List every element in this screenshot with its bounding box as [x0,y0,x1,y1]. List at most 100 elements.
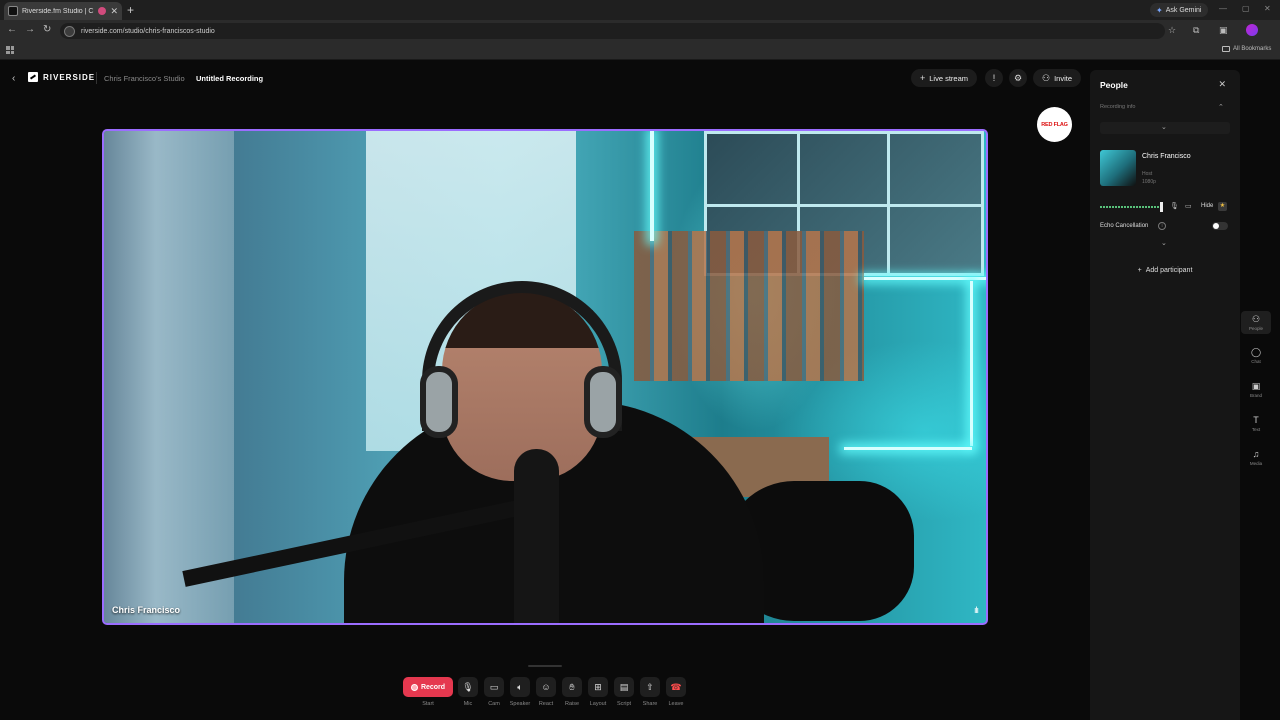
reload-icon[interactable]: ↻ [43,24,51,35]
rail-brand-label: Brand [1249,393,1262,398]
chat-icon: ◯ [1250,347,1262,357]
close-panel-icon[interactable]: ✕ [1218,79,1226,90]
rail-chat[interactable]: ◯ Chat [1241,347,1271,364]
bookmark-star-icon[interactable]: ☆ [1168,25,1176,36]
riverside-logo[interactable]: RIVERSIDE [28,72,95,82]
script-control[interactable]: ▤ Script [612,677,636,707]
mic-icon[interactable]: 🎙︎ [458,677,478,697]
gemini-spark-icon: ✦ [1156,5,1163,15]
echo-cancellation-toggle[interactable] [1212,222,1228,230]
leave-control[interactable]: ☎︎ Leave [664,677,688,707]
speaker-control[interactable]: 🔈︎ Speaker [508,677,532,707]
layout-icon[interactable]: ⊞ [588,677,608,697]
rail-people[interactable]: ⚇ People [1241,311,1271,334]
participant-video-tile[interactable]: Chris Francisco ılı [102,129,988,625]
expand-chevron-icon[interactable]: ⌄ [1161,239,1167,247]
apps-grid-icon[interactable] [6,46,14,54]
leave-label: Leave [668,701,684,707]
live-stream-button[interactable]: + Live stream [911,69,977,87]
extensions-icon[interactable]: ⧉ [1193,25,1199,36]
rail-chat-label: Chat [1251,359,1261,364]
share-label: Share [642,701,658,707]
rail-brand[interactable]: ▣ Brand [1241,381,1271,398]
feedback-button[interactable]: ! [985,69,1003,87]
chevron-up-icon[interactable]: ⌃ [1218,103,1224,111]
script-label: Script [616,701,632,707]
participant-resolution: 1080p [1142,179,1156,185]
recording-info-label[interactable]: Recording info [1100,104,1135,110]
recording-indicator-icon [98,7,107,15]
react-label: React [538,701,554,707]
side-panel-icon[interactable]: ▣ [1219,25,1228,36]
all-bookmarks-button[interactable]: All Bookmarks [1222,46,1271,52]
maximize-icon[interactable]: ▢ [1242,4,1250,13]
led-strip-top [864,277,986,280]
studio-app: ‹ RIVERSIDE Chris Francisco's Studio Unt… [0,60,1280,720]
invite-label: Invite [1054,73,1072,83]
speaker-icon[interactable]: 🔈︎ [510,677,530,697]
new-tab-button[interactable]: + [127,3,134,17]
forward-icon[interactable]: → [25,24,35,35]
back-icon[interactable]: ← [7,24,17,35]
all-bookmarks-label: All Bookmarks [1233,46,1272,52]
address-bar[interactable]: riverside.com/studio/chris-franciscos-st… [60,23,1165,39]
minimize-icon[interactable]: — [1219,4,1227,13]
script-icon[interactable]: ▤ [614,677,634,697]
close-tab-icon[interactable]: ✕ [110,6,118,17]
mic-control[interactable]: 🎙︎ Mic [456,677,480,707]
volume-slider-handle[interactable] [1160,202,1163,212]
raise-control[interactable]: ✋︎ Raise [560,677,584,707]
spotlight-icon[interactable]: ★ [1218,202,1227,211]
start-label: Start [422,701,434,707]
phone-hangup-icon[interactable]: ☎︎ [666,677,686,697]
react-control[interactable]: ☺ React [534,677,558,707]
participant-role: Host [1142,171,1153,177]
add-participant-button[interactable]: + Add participant [1100,262,1230,278]
invite-button[interactable]: ⚇ Invite [1033,69,1081,87]
share-control[interactable]: ⇧ Share [638,677,662,707]
settings-button[interactable]: ⚙ [1009,69,1027,87]
record-label: Record [420,683,446,691]
plus-icon: + [1137,266,1142,274]
back-arrow-icon[interactable]: ‹ [12,73,15,84]
brand-name: RIVERSIDE [43,72,96,82]
participant-camera-icon[interactable]: ▭ [1185,202,1192,210]
raise-label: Raise [564,701,580,707]
participant-thumbnail[interactable] [1100,150,1136,186]
participant-mic-icon[interactable]: 🎙︎ [1170,202,1179,210]
rail-text[interactable]: T Text [1241,415,1271,432]
hide-button[interactable]: Hide [1201,203,1213,209]
panel-title: People [1100,80,1128,90]
media-icon: ♫ [1252,449,1260,459]
ask-gemini-button[interactable]: ✦ Ask Gemini [1150,3,1208,17]
microphone [514,449,559,623]
rail-media[interactable]: ♫ Media [1241,449,1271,466]
hand-icon[interactable]: ✋︎ [562,677,582,697]
browser-toolbar: ← → ↻ riverside.com/studio/chris-francis… [0,20,1280,42]
ask-gemini-label: Ask Gemini [1165,6,1202,14]
record-control[interactable]: Record Start [403,677,453,707]
led-strip-bottom [844,447,972,450]
audio-level-icon: ılı [973,605,979,615]
plus-icon: + [919,73,926,83]
studio-name[interactable]: Chris Francisco's Studio [104,74,185,83]
controls-drag-handle[interactable] [528,665,562,667]
layout-label: Layout [589,701,607,707]
browser-tab[interactable]: Riverside.fm Studio | Chris F ✕ [4,2,122,20]
recording-name[interactable]: Untitled Recording [196,74,263,83]
profile-avatar[interactable] [1246,24,1258,36]
add-user-icon: ⚇ [1041,72,1051,83]
url-text: riverside.com/studio/chris-franciscos-st… [81,27,215,35]
emoji-icon[interactable]: ☺ [536,677,556,697]
rail-media-label: Media [1249,461,1263,466]
record-button[interactable]: Record [403,677,453,697]
bookmarks-bar: All Bookmarks [0,42,1280,60]
share-icon[interactable]: ⇧ [640,677,660,697]
layout-control[interactable]: ⊞ Layout [586,677,610,707]
cam-control[interactable]: ▭ Cam [482,677,506,707]
camera-icon[interactable]: ▭ [484,677,504,697]
info-icon[interactable]: i [1158,222,1166,230]
chevron-down-icon[interactable]: ⌄ [1161,123,1167,131]
site-info-icon[interactable] [64,25,75,37]
close-window-icon[interactable]: ✕ [1264,4,1271,13]
